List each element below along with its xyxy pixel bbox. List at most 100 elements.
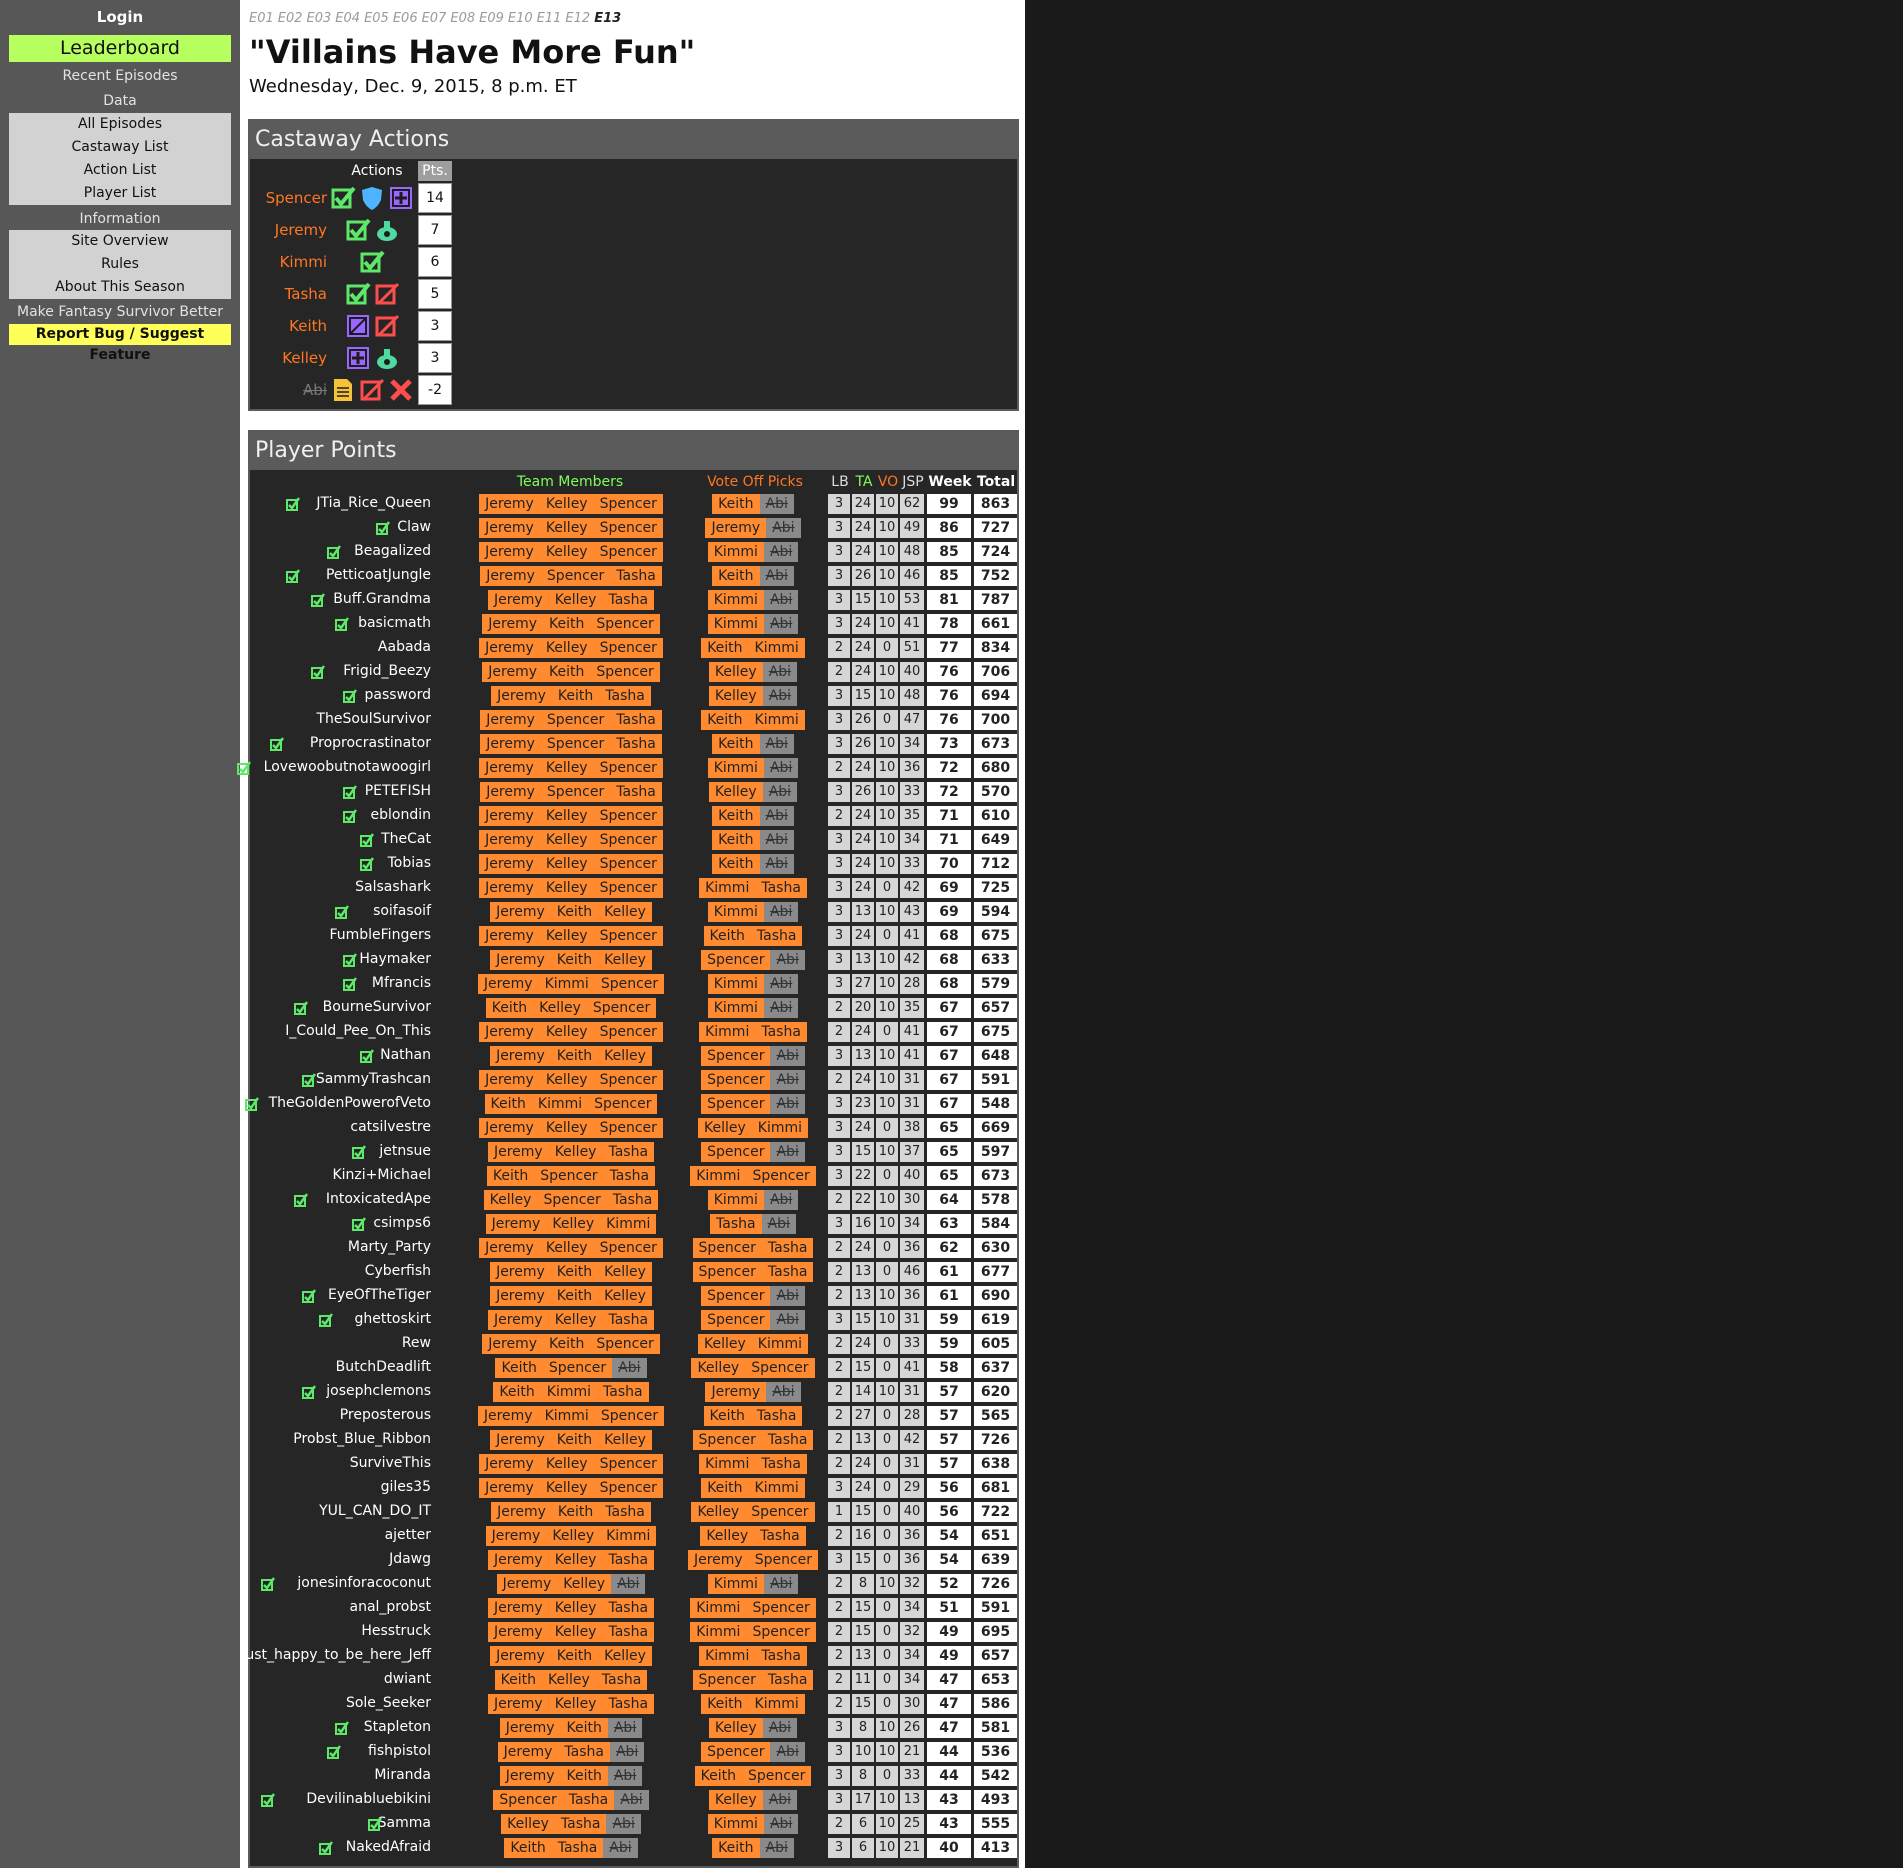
team-member-chip[interactable]: Abi	[606, 1814, 641, 1834]
vote-pick-chip[interactable]: Keith	[701, 1694, 749, 1714]
team-member-chip[interactable]: Tasha	[603, 1166, 656, 1186]
vote-pick-chip[interactable]: Abi	[763, 1190, 799, 1210]
player-name[interactable]: SammyTrashcan	[316, 1071, 431, 1087]
team-member-chip[interactable]: Kelley	[548, 590, 603, 610]
player-name[interactable]: Mfrancis	[372, 975, 431, 991]
team-member-chip[interactable]: Kelley	[539, 638, 594, 658]
team-member-chip[interactable]: Jeremy	[479, 542, 540, 562]
castaway-name[interactable]: Kelley	[282, 349, 327, 367]
team-member-chip[interactable]: Keith	[543, 614, 591, 634]
player-name[interactable]: Beagalized	[354, 543, 431, 559]
episode-link-e11[interactable]: E11	[537, 11, 562, 26]
team-member-chip[interactable]: Spencer	[593, 494, 663, 514]
vote-pick-chip[interactable]: Tasha	[755, 1646, 807, 1666]
vote-pick-chip[interactable]: Tasha	[761, 1262, 814, 1282]
team-member-chip[interactable]: Jeremy	[491, 686, 552, 706]
vote-pick-chip[interactable]: Abi	[770, 1286, 805, 1306]
team-member-chip[interactable]: Spencer	[593, 1238, 663, 1258]
vote-pick-chip[interactable]: Tasha	[750, 926, 803, 946]
vote-pick-chip[interactable]: Kimmi	[707, 998, 764, 1018]
team-member-chip[interactable]: Kelley	[539, 1478, 594, 1498]
rules-link[interactable]: Rules	[9, 253, 231, 276]
vote-pick-chip[interactable]: Kimmi	[748, 1478, 805, 1498]
player-name[interactable]: jetnsue	[379, 1143, 431, 1159]
player-name[interactable]: Hesstruck	[361, 1623, 431, 1639]
vote-pick-chip[interactable]: Kimmi	[690, 1166, 747, 1186]
vote-pick-chip[interactable]: Kimmi	[699, 1454, 756, 1474]
episode-link-e01[interactable]: E01	[249, 11, 274, 26]
team-member-chip[interactable]: Jeremy	[479, 518, 540, 538]
castaway-name[interactable]: Abi	[303, 381, 327, 399]
team-member-chip[interactable]: Jeremy	[479, 1478, 540, 1498]
team-member-chip[interactable]: Jeremy	[479, 1238, 540, 1258]
player-name[interactable]: jonesinforacoconut	[297, 1575, 431, 1591]
vote-pick-chip[interactable]: Abi	[762, 662, 798, 682]
team-member-chip[interactable]: Kelley	[548, 1694, 603, 1714]
player-name[interactable]: Marty_Party	[348, 1239, 431, 1255]
vote-pick-chip[interactable]: Spencer	[701, 950, 771, 970]
episode-link-e06[interactable]: E06	[393, 11, 418, 26]
team-member-chip[interactable]: Kelley	[501, 1814, 555, 1834]
vote-pick-chip[interactable]: Abi	[763, 1574, 799, 1594]
team-member-chip[interactable]: Kelley	[546, 1526, 601, 1546]
team-member-chip[interactable]: Jeremy	[477, 1406, 539, 1426]
player-name[interactable]: Cyberfish	[365, 1263, 431, 1279]
team-member-chip[interactable]: Abi	[614, 1790, 649, 1810]
vote-pick-chip[interactable]: Tasha	[761, 1238, 814, 1258]
player-name[interactable]: basicmath	[358, 615, 431, 631]
team-member-chip[interactable]: Kelley	[539, 1238, 594, 1258]
team-member-chip[interactable]: Kelley	[539, 854, 594, 874]
episode-link-e09[interactable]: E09	[479, 11, 504, 26]
team-member-chip[interactable]: Jeremy	[487, 1142, 549, 1162]
player-name[interactable]: Sole_Seeker	[346, 1695, 431, 1711]
team-member-chip[interactable]: Spencer	[593, 638, 663, 658]
team-member-chip[interactable]: Spencer	[593, 1478, 663, 1498]
player-name[interactable]: BourneSurvivor	[323, 999, 431, 1015]
team-member-chip[interactable]: Abi	[611, 1574, 646, 1594]
team-member-chip[interactable]: Keith	[551, 686, 600, 706]
vote-pick-chip[interactable]: Keith	[712, 566, 760, 586]
vote-pick-chip[interactable]: Kimmi	[707, 614, 764, 634]
vote-pick-chip[interactable]: Kimmi	[707, 902, 764, 922]
vote-pick-chip[interactable]: Keith	[703, 1406, 751, 1426]
player-name[interactable]: ajetter	[385, 1527, 431, 1543]
vote-pick-chip[interactable]: Spencer	[701, 1742, 771, 1762]
team-member-chip[interactable]: Keith	[495, 1358, 543, 1378]
vote-pick-chip[interactable]: Kelley	[691, 1358, 746, 1378]
team-member-chip[interactable]: Kelley	[548, 1310, 603, 1330]
team-member-chip[interactable]: Kimmi	[538, 974, 595, 994]
team-member-chip[interactable]: Tasha	[606, 1190, 659, 1210]
team-member-chip[interactable]: Spencer	[593, 542, 663, 562]
player-name[interactable]: EyeOfTheTiger	[328, 1287, 431, 1303]
vote-pick-chip[interactable]: Kelley	[708, 782, 763, 802]
player-name[interactable]: Buff.Grandma	[333, 591, 431, 607]
vote-pick-chip[interactable]: Keith	[712, 1838, 760, 1858]
player-name[interactable]: Jdawg	[389, 1551, 431, 1567]
vote-pick-chip[interactable]: Spencer	[745, 1358, 815, 1378]
team-member-chip[interactable]: Keith	[484, 1094, 532, 1114]
report-bug-button[interactable]: Report Bug / Suggest Feature	[9, 324, 231, 363]
vote-pick-chip[interactable]: Spencer	[746, 1598, 816, 1618]
episode-link-e02[interactable]: E02	[278, 11, 303, 26]
team-member-chip[interactable]: Jeremy	[487, 590, 549, 610]
vote-pick-chip[interactable]: Abi	[770, 1094, 805, 1114]
team-member-chip[interactable]: Abi	[607, 1718, 643, 1738]
team-member-chip[interactable]: Jeremy	[490, 950, 551, 970]
vote-pick-chip[interactable]: Abi	[763, 998, 799, 1018]
player-name[interactable]: TheCat	[381, 831, 431, 847]
team-member-chip[interactable]: Jeremy	[499, 1766, 561, 1786]
vote-pick-chip[interactable]: Kimmi	[707, 542, 764, 562]
team-member-chip[interactable]: Kelley	[539, 830, 594, 850]
castaway-name[interactable]: Kimmi	[280, 253, 327, 271]
team-member-chip[interactable]: Tasha	[599, 686, 651, 706]
team-member-chip[interactable]: Tasha	[602, 1142, 655, 1162]
team-member-chip[interactable]: Kelley	[598, 950, 652, 970]
vote-pick-chip[interactable]: Kelley	[708, 686, 763, 706]
team-member-chip[interactable]: Tasha	[610, 710, 662, 730]
vote-pick-chip[interactable]: Spencer	[692, 1238, 762, 1258]
team-member-chip[interactable]: Jeremy	[490, 1262, 551, 1282]
team-member-chip[interactable]: Tasha	[602, 1694, 655, 1714]
team-member-chip[interactable]: Kelley	[539, 1118, 594, 1138]
player-name[interactable]: catsilvestre	[350, 1119, 431, 1135]
vote-pick-chip[interactable]: Tasha	[761, 1670, 814, 1690]
